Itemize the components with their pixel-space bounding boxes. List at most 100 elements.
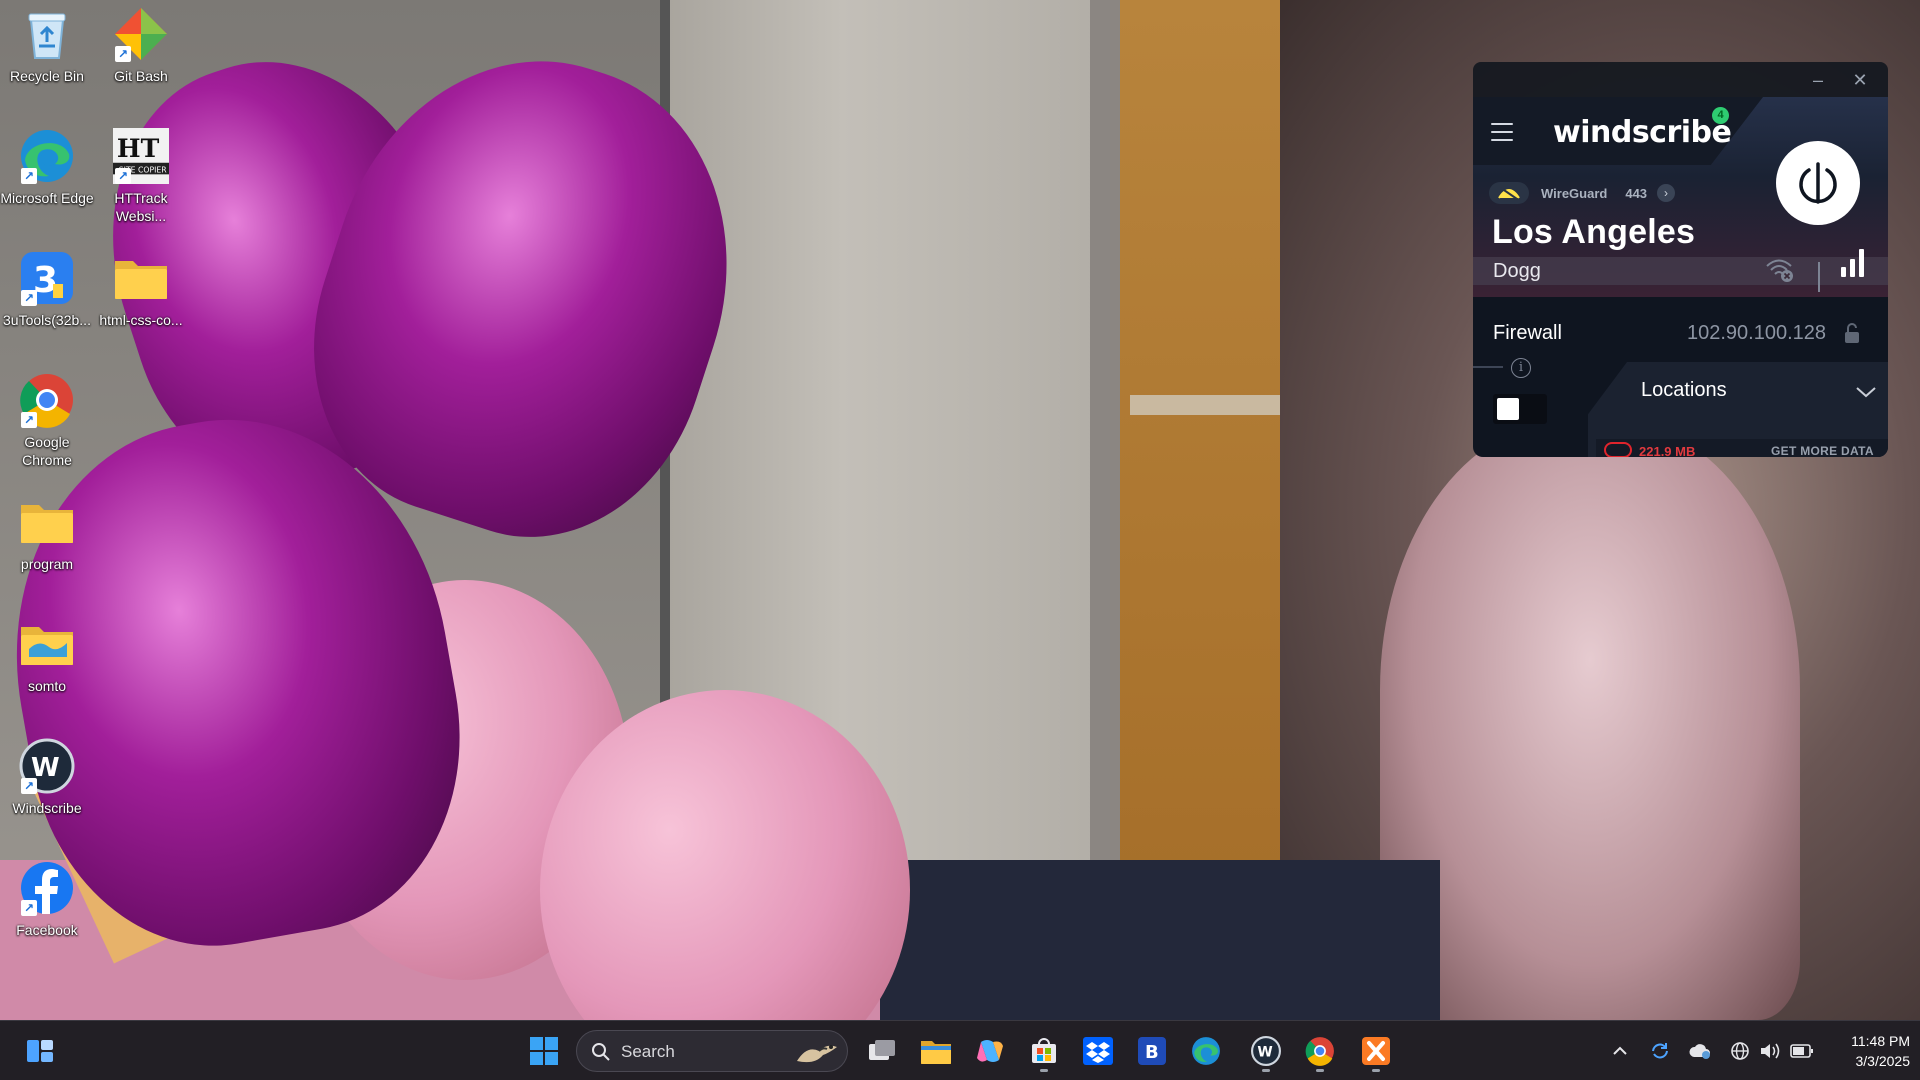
- desktop-icon-somto-folder[interactable]: somto: [0, 610, 94, 720]
- shortcut-arrow-icon: ↗: [115, 46, 131, 62]
- search-highlight-bird-icon: [793, 1037, 841, 1067]
- taskbar-clock[interactable]: 11:48 PM 3/3/2025: [1820, 1031, 1910, 1071]
- folder-icon: [19, 494, 75, 550]
- start-button[interactable]: [522, 1029, 566, 1073]
- store-icon: [1032, 1038, 1056, 1063]
- disconnected-shield-icon: [1489, 182, 1529, 204]
- get-more-data-link[interactable]: GET MORE DATA: [1771, 444, 1874, 457]
- chrome-taskbar-button[interactable]: [1298, 1029, 1342, 1073]
- copilot-button[interactable]: [968, 1029, 1012, 1073]
- wallpaper-figure: [1380, 420, 1800, 1020]
- info-icon[interactable]: i: [1511, 358, 1531, 378]
- hamburger-menu-icon[interactable]: [1491, 123, 1513, 143]
- firewall-toggle[interactable]: [1493, 394, 1547, 424]
- volume-icon[interactable]: [1758, 1039, 1782, 1063]
- xampp-button[interactable]: [1354, 1029, 1398, 1073]
- clock-time: 11:48 PM: [1851, 1033, 1910, 1049]
- shortcut-arrow-icon: ↗: [21, 778, 37, 794]
- desktop-icon-program-folder[interactable]: program: [0, 488, 94, 598]
- file-explorer-button[interactable]: [914, 1029, 958, 1073]
- protocol-port: 443: [1625, 185, 1648, 201]
- chevron-down-icon[interactable]: [1855, 385, 1877, 399]
- desktop-icon-grid: Recycle Bin ↗ Git Bash ↗ Microsoft Edge …: [0, 0, 190, 1020]
- power-button[interactable]: [1776, 141, 1860, 225]
- firewall-label: Firewall: [1493, 322, 1562, 344]
- windscribe-window: – ✕ windscribe 4 WireGuard 443 › Los Ang…: [1473, 62, 1888, 457]
- protocol-name: WireGuard: [1541, 185, 1608, 201]
- chevron-right-icon[interactable]: ›: [1657, 184, 1676, 202]
- desktop-icon-windscribe[interactable]: W ↗ Windscribe: [0, 732, 94, 842]
- protocol-selector[interactable]: WireGuard 443 ›: [1489, 181, 1676, 205]
- ip-address[interactable]: 102.90.100.128: [1687, 322, 1826, 345]
- svg-text:HT: HT: [117, 133, 160, 163]
- language-globe-icon[interactable]: [1728, 1039, 1752, 1063]
- microsoft-store-button[interactable]: [1022, 1029, 1066, 1073]
- desktop-icon-html-css-folder[interactable]: html-css-co...: [94, 244, 188, 354]
- b-app-button[interactable]: B: [1130, 1029, 1174, 1073]
- battery-icon[interactable]: [1790, 1039, 1814, 1063]
- windows-logo-icon: [530, 1037, 558, 1065]
- running-indicator: [1372, 1069, 1380, 1072]
- taskbar: Search B W 11:48 PM 3/3/2025: [0, 1020, 1920, 1080]
- desktop-icon-label: Google Chrome: [22, 434, 72, 468]
- toggle-knob: [1497, 398, 1519, 420]
- folder-icon: [19, 616, 75, 672]
- notification-badge[interactable]: 4: [1712, 107, 1729, 124]
- copilot-icon: [977, 1040, 1003, 1062]
- wallpaper-doorframe: [1090, 0, 1120, 860]
- desktop-icon-recycle-bin[interactable]: Recycle Bin: [0, 0, 94, 110]
- running-indicator: [1040, 1069, 1048, 1072]
- data-remaining: 221.9 MB: [1639, 444, 1696, 457]
- facebook-icon: ↗: [19, 860, 75, 916]
- shortcut-arrow-icon: ↗: [21, 290, 37, 306]
- taskbar-search-box[interactable]: Search: [576, 1030, 848, 1072]
- desktop-icon-3utools[interactable]: 3 ↗ 3uTools(32b...: [0, 244, 94, 354]
- windscribe-logo: windscribe: [1553, 115, 1732, 150]
- chrome-icon: ↗: [19, 372, 75, 428]
- sync-icon[interactable]: [1648, 1039, 1672, 1063]
- dropbox-button[interactable]: [1076, 1029, 1120, 1073]
- windscribe-titlebar[interactable]: – ✕: [1473, 62, 1888, 97]
- onedrive-icon[interactable]: [1688, 1039, 1712, 1063]
- desktop-icon-label: Windscribe: [12, 800, 82, 816]
- locations-label[interactable]: Locations: [1641, 379, 1727, 402]
- desktop-icon-google-chrome[interactable]: ↗ Google Chrome: [0, 366, 94, 476]
- wallpaper-box: [880, 860, 1440, 1020]
- windscribe-icon: W ↗: [19, 738, 75, 794]
- xampp-icon: [1362, 1037, 1390, 1065]
- desktop-icon-microsoft-edge[interactable]: ↗ Microsoft Edge: [0, 122, 94, 232]
- windscribe-taskbar-button[interactable]: W: [1244, 1029, 1288, 1073]
- folder-icon: [921, 1041, 951, 1064]
- network-untrusted-icon[interactable]: [1765, 257, 1795, 283]
- desktop-icon-label: Git Bash: [114, 68, 168, 84]
- chevron-up-icon[interactable]: [1608, 1039, 1632, 1063]
- desktop-icon-git-bash[interactable]: ↗ Git Bash: [94, 0, 188, 110]
- recycle-bin-icon: [19, 6, 75, 62]
- location-node: Dogg: [1493, 260, 1541, 282]
- task-view-icon: [869, 1040, 895, 1060]
- edge-icon: [1192, 1037, 1220, 1065]
- divider: [1818, 262, 1820, 292]
- desktop-icon-facebook[interactable]: ↗ Facebook: [0, 854, 94, 964]
- close-button[interactable]: ✕: [1849, 70, 1871, 92]
- desktop-icon-label: program: [20, 556, 74, 572]
- desktop-icon-label: 3uTools(32b...: [3, 312, 91, 328]
- unlocked-icon: [1843, 322, 1861, 344]
- data-usage-ring-icon: [1604, 442, 1632, 457]
- desktop-icon-label: Facebook: [16, 922, 78, 938]
- desktop-icon-httrack[interactable]: HT SITE COPIER ↗ HTTrack Websi...: [94, 122, 188, 232]
- running-indicator: [1316, 1069, 1324, 1072]
- edge-taskbar-button[interactable]: [1184, 1029, 1228, 1073]
- windscribe-body: windscribe 4 WireGuard 443 › Los Angeles…: [1473, 97, 1888, 457]
- widgets-button[interactable]: [18, 1029, 62, 1073]
- desktop-icon-label: somto: [27, 678, 67, 694]
- edge-icon: ↗: [19, 128, 75, 184]
- desktop-icon-label: html-css-co...: [99, 312, 183, 328]
- minimize-button[interactable]: –: [1807, 70, 1829, 92]
- dropbox-icon: [1083, 1037, 1113, 1065]
- shortcut-arrow-icon: ↗: [21, 900, 37, 916]
- shortcut-arrow-icon: ↗: [21, 412, 37, 428]
- 3utools-icon: 3 ↗: [19, 250, 75, 306]
- svg-text:W: W: [1257, 1044, 1272, 1060]
- task-view-button[interactable]: [860, 1029, 904, 1073]
